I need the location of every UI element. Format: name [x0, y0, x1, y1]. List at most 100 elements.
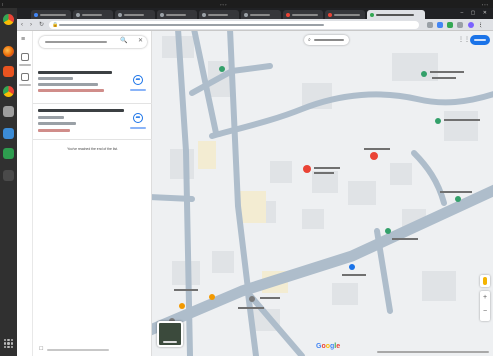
directions-icon[interactable]: ➦ — [133, 113, 143, 123]
chrome-secondary-dock-icon[interactable] — [3, 86, 14, 97]
tab-4[interactable] — [157, 10, 197, 19]
saved-label — [19, 64, 31, 66]
tab-2[interactable] — [73, 10, 113, 19]
tab-6[interactable] — [241, 10, 281, 19]
activities-label[interactable]: ⁝ — [2, 2, 3, 7]
block — [332, 283, 358, 305]
label-bar — [260, 297, 280, 299]
chrome-dock-icon[interactable] — [3, 14, 14, 25]
close-icon[interactable]: ✕ — [138, 38, 143, 45]
result-status — [38, 89, 104, 92]
tab-google-maps-active[interactable] — [367, 10, 425, 19]
poi-blue — [349, 264, 355, 270]
result-title — [38, 71, 112, 74]
dock — [0, 8, 17, 356]
search-input[interactable] — [45, 41, 107, 43]
label-bar — [432, 77, 456, 79]
terminal-dock-icon[interactable] — [3, 170, 14, 181]
tab-7[interactable] — [283, 10, 323, 19]
browser-menu-icon[interactable] — [480, 21, 486, 28]
block — [302, 209, 324, 229]
firefox-dock-icon[interactable] — [3, 46, 14, 57]
result-status — [38, 129, 70, 132]
address-bar[interactable]: 🔒 — [49, 21, 419, 29]
result-item-2[interactable]: ➦ — [33, 107, 152, 147]
files-dock-icon[interactable] — [3, 106, 14, 117]
result-divider — [33, 139, 152, 140]
block — [270, 161, 292, 183]
tab-8[interactable] — [325, 10, 365, 19]
poi-green — [421, 71, 427, 77]
recents-label — [19, 84, 31, 86]
layers-button[interactable] — [157, 321, 183, 347]
result-title — [38, 109, 124, 112]
block — [392, 53, 438, 81]
forward-icon[interactable]: › — [30, 21, 32, 29]
block — [240, 191, 266, 223]
extension-icon-2[interactable] — [437, 21, 443, 28]
update-checkbox-icon[interactable]: ☐ — [39, 347, 43, 352]
system-tray[interactable]: ◦◦◦ — [482, 2, 489, 7]
result-rating — [38, 77, 73, 80]
block — [390, 163, 412, 185]
show-apps-icon[interactable] — [4, 339, 13, 348]
label-bar — [314, 167, 340, 169]
end-of-list-text: You've reached the end of the list. — [67, 147, 118, 151]
search-box[interactable]: 🔍 ✕ — [39, 36, 147, 48]
menu-icon[interactable]: ≡ — [21, 36, 25, 43]
search-area-label — [314, 39, 344, 41]
window-controls[interactable]: – ▢ ✕ — [461, 10, 490, 16]
lock-icon: 🔒 — [52, 21, 59, 28]
tab-1[interactable] — [31, 10, 71, 19]
label-bar — [430, 71, 464, 73]
result-divider — [33, 103, 152, 104]
pegman-icon[interactable] — [480, 275, 490, 287]
extension-icon-1[interactable] — [427, 21, 433, 28]
url-text — [59, 24, 324, 26]
label-bar — [342, 274, 366, 276]
system-top-bar: ⁝ ◦ ◦ ◦ ◦◦◦ — [0, 0, 493, 8]
label-bar — [174, 289, 198, 291]
extension-icon-3[interactable] — [447, 21, 453, 28]
result-category — [38, 83, 98, 86]
clock-area[interactable]: ◦ ◦ ◦ — [220, 2, 226, 7]
block — [444, 111, 478, 141]
poi-green — [455, 196, 461, 202]
poi-green — [385, 228, 391, 234]
label-bar — [444, 119, 480, 121]
reload-icon[interactable]: ↻ — [39, 21, 44, 29]
result-rating — [38, 116, 64, 119]
sign-in-button[interactable] — [470, 35, 490, 45]
zoom-in-icon[interactable]: + — [480, 291, 490, 305]
spreadsheet-dock-icon[interactable] — [3, 148, 14, 159]
poi-orange — [209, 294, 215, 300]
google-apps-icon[interactable]: ⋮⋮ — [458, 37, 470, 43]
folder-dock-icon[interactable] — [3, 66, 14, 77]
browser-window: – ▢ ✕ ‹ › ↻ 🔒 ≡ 🔍 ✕ ➦ ➦ You've reached t… — [17, 8, 493, 356]
update-results-label — [47, 349, 109, 351]
search-area-icon: ⌕ — [308, 37, 311, 43]
label-bar — [364, 148, 390, 150]
map-canvas[interactable]: ⌕ ⋮⋮ + − Google — [152, 31, 493, 356]
pin-red — [303, 165, 311, 173]
back-icon[interactable]: ‹ — [21, 21, 23, 29]
profile-avatar[interactable] — [468, 21, 474, 28]
tab-3[interactable] — [115, 10, 155, 19]
recents-icon[interactable] — [21, 73, 29, 81]
google-logo: Google — [316, 343, 340, 350]
search-icon[interactable]: 🔍 — [120, 38, 127, 45]
map-attribution-bar — [377, 351, 489, 353]
directions-icon[interactable]: ➦ — [133, 75, 143, 85]
search-this-area-button[interactable]: ⌕ — [304, 35, 349, 45]
extension-icon-4[interactable] — [457, 21, 463, 28]
block — [170, 149, 194, 179]
tab-5[interactable] — [199, 10, 239, 19]
tab-strip: – ▢ ✕ — [17, 8, 493, 19]
saved-icon[interactable] — [21, 53, 29, 61]
zoom-controls[interactable]: + − — [480, 291, 490, 321]
block — [198, 141, 216, 169]
block — [422, 271, 456, 301]
label-bar — [314, 172, 334, 174]
text-editor-dock-icon[interactable] — [3, 128, 14, 139]
zoom-out-icon[interactable]: − — [480, 305, 490, 319]
